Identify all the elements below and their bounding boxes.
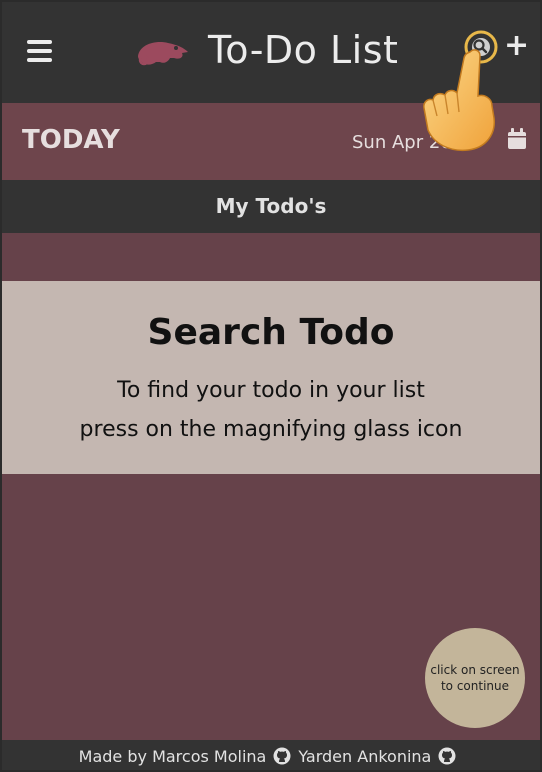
pointing-hand-icon xyxy=(423,49,495,152)
continue-button[interactable]: click on screen to continue xyxy=(425,628,525,728)
today-label: TODAY xyxy=(22,125,120,155)
footer: Made by Marcos Molina Yarden Ankonina xyxy=(0,740,542,772)
chameleon-logo-icon xyxy=(138,42,188,66)
section-title: My Todo's xyxy=(215,194,327,218)
continue-label: click on screen to continue xyxy=(429,662,521,694)
app-title: To-Do List xyxy=(208,28,399,72)
github-icon[interactable] xyxy=(273,747,291,765)
add-todo-button[interactable]: + xyxy=(504,28,529,64)
footer-author-2: Yarden Ankonina xyxy=(298,746,432,766)
footer-author-1: Marcos Molina xyxy=(152,746,267,766)
section-header: My Todo's xyxy=(0,180,542,233)
hamburger-menu-icon[interactable] xyxy=(27,40,52,62)
calendar-icon[interactable] xyxy=(507,128,527,150)
footer-prefix: Made by xyxy=(78,746,147,766)
tooltip-body: To find your todo in your list press on … xyxy=(0,371,542,449)
tooltip-line-2: press on the magnifying glass icon xyxy=(79,417,463,442)
onboarding-tooltip: Search Todo To find your todo in your li… xyxy=(0,281,542,474)
tooltip-title: Search Todo xyxy=(147,312,395,353)
github-icon[interactable] xyxy=(438,747,456,765)
continue-line-2: to continue xyxy=(440,679,510,693)
tooltip-line-1: To find your todo in your list xyxy=(117,378,425,403)
continue-line-1: click on screen xyxy=(430,663,520,677)
